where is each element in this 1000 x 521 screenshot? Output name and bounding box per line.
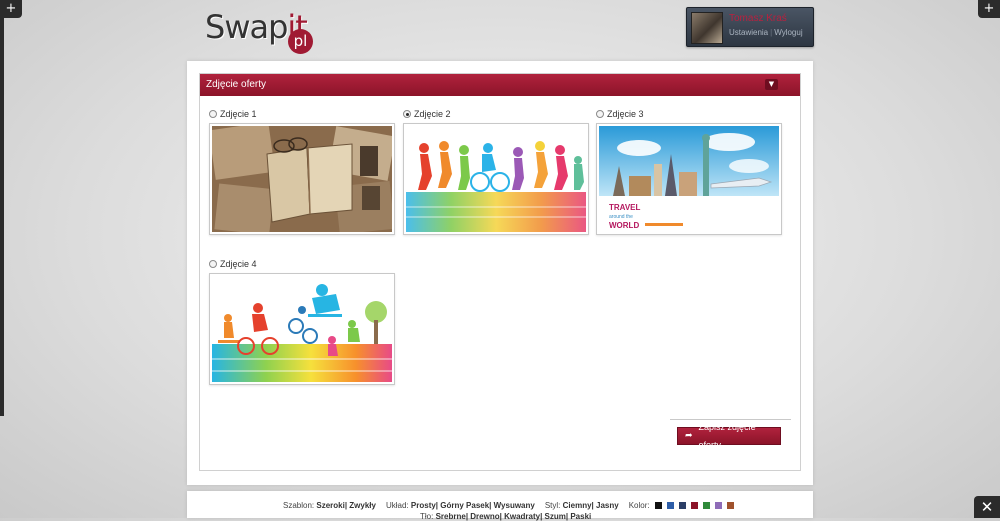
share-arrow-icon: ➦ [685, 431, 693, 441]
save-photo-button[interactable]: ➦ Zapisz zdjęcie oferty [677, 422, 781, 450]
photo-2-thumbnail[interactable] [403, 123, 589, 235]
styl-label: Styl: [544, 501, 561, 510]
logo[interactable]: Swapit pl [205, 8, 313, 54]
photo-2-label[interactable]: Zdjęcie 2 [414, 109, 451, 119]
photo-3-thumbnail[interactable]: TRAVEL around the WORLD [596, 123, 782, 235]
styl-options[interactable]: Ciemny| Jasny [563, 501, 619, 510]
uklad-label: Układ: [385, 501, 409, 510]
color-swatch-4[interactable] [690, 502, 698, 510]
photo-option-2: Zdjęcie 2 [403, 107, 589, 235]
photo-option-1: Zdjęcie 1 [209, 107, 395, 235]
uklad-options[interactable]: Prosty| Górny Pasek| Wysuwany [411, 501, 535, 510]
travel-text: TRAVEL [609, 203, 641, 212]
color-swatch-3[interactable] [678, 502, 686, 510]
photo-2-radio[interactable] [403, 110, 411, 118]
content-card: Zdjęcie oferty ▼ Zdjęcie 1 Zdjęcie 2 Zdj… [187, 61, 813, 485]
tools-icon[interactable]: ✕ [974, 496, 1000, 518]
color-swatch-5[interactable] [702, 502, 710, 510]
around-text: around the [609, 214, 633, 220]
photo-panel: Zdjęcie oferty ▼ Zdjęcie 1 Zdjęcie 2 Zdj… [199, 73, 801, 471]
logo-badge: pl [288, 29, 313, 54]
photo-1-label[interactable]: Zdjęcie 1 [220, 109, 257, 119]
logout-link[interactable]: Wyloguj [774, 28, 802, 37]
color-swatch-1[interactable] [654, 502, 662, 510]
user-box: Tomasz Kraś Ustawienia | Wyloguj [686, 7, 814, 47]
side-panel-strip [0, 18, 4, 416]
collapse-toggle-icon[interactable]: ▼ [765, 79, 778, 90]
photo-4-label[interactable]: Zdjęcie 4 [220, 259, 257, 269]
color-swatch-2[interactable] [666, 502, 674, 510]
world-text: WORLD [609, 221, 639, 230]
kolor-label: Kolor: [628, 501, 650, 510]
avatar[interactable] [691, 12, 723, 44]
panel-header: Zdjęcie oferty ▼ [200, 74, 800, 96]
logo-main-text: Swap [205, 8, 288, 46]
extreme-sports-image [212, 276, 392, 382]
tlo-options[interactable]: Srebrne| Drewno| Kwadraty| Szum| Paski [436, 512, 592, 521]
photo-1-radio[interactable] [209, 110, 217, 118]
color-swatch-7[interactable] [726, 502, 734, 510]
szablon-options[interactable]: Szeroki| Zwykły [316, 501, 376, 510]
username[interactable]: Tomasz Kraś [729, 13, 787, 24]
photo-1-thumbnail[interactable] [209, 123, 395, 235]
expand-right-button[interactable]: + [978, 0, 1000, 18]
travel-world-image: TRAVEL around the WORLD [599, 126, 779, 232]
photo-4-thumbnail[interactable] [209, 273, 395, 385]
photo-3-radio[interactable] [596, 110, 604, 118]
vintage-book-image [212, 126, 392, 232]
panel-title: Zdjęcie oferty [206, 79, 267, 90]
settings-link[interactable]: Ustawienia [729, 28, 768, 37]
photo-3-label[interactable]: Zdjęcie 3 [607, 109, 644, 119]
style-switcher-footer: Szablon: Szeroki| Zwykły Układ: Prosty| … [187, 491, 813, 521]
photo-option-3: Zdjęcie 3 TRAVEL around the WORLD [596, 107, 782, 235]
tlo-label: Tło: [420, 512, 434, 521]
color-swatch-6[interactable] [714, 502, 722, 510]
photo-option-4: Zdjęcie 4 [209, 257, 395, 385]
sports-silhouettes-image [406, 126, 586, 232]
color-swatches: Kolor: [629, 501, 734, 510]
link-separator: | [770, 28, 773, 37]
expand-left-button[interactable]: + [0, 0, 22, 18]
save-photo-label: Zapisz zdjęcie oferty [698, 422, 756, 450]
photo-4-radio[interactable] [209, 260, 217, 268]
szablon-label: Szablon: [283, 501, 315, 510]
